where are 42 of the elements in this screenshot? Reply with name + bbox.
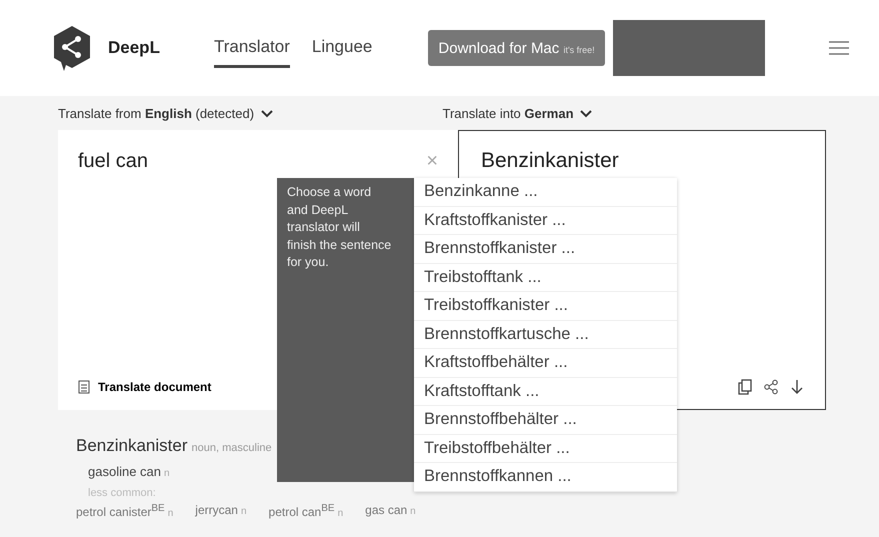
source-language-selector[interactable]: Translate from English (detected) bbox=[58, 106, 442, 120]
brand-name: DeepL bbox=[108, 38, 160, 58]
menu-icon[interactable] bbox=[829, 41, 849, 55]
alternative-option[interactable]: Treibstofftank ... bbox=[414, 264, 677, 292]
alternative-option[interactable]: Benzinkanne ... bbox=[414, 178, 677, 206]
tooltip: Choose a word and DeepL translator will finish the sentence for you. bbox=[277, 178, 414, 482]
alternative-option[interactable]: Kraftstoffbehälter ... bbox=[414, 349, 677, 378]
translation-link[interactable]: gas can bbox=[365, 503, 408, 517]
target-language-selector[interactable]: Translate into German bbox=[442, 106, 827, 120]
nav-tab[interactable]: Translator bbox=[214, 28, 290, 68]
part-of-speech: n bbox=[410, 506, 416, 517]
nav-tab[interactable]: Linguee bbox=[312, 28, 372, 68]
dictionary-headword: Benzinkanister bbox=[76, 436, 188, 456]
translation-link[interactable]: jerrycan bbox=[195, 503, 238, 517]
part-of-speech: n bbox=[338, 508, 344, 519]
part-of-speech: n bbox=[240, 506, 247, 517]
copy-icon[interactable] bbox=[737, 379, 753, 395]
document-icon bbox=[78, 380, 90, 394]
logo-icon bbox=[52, 25, 92, 71]
part-of-speech: n bbox=[168, 508, 174, 519]
alternative-option[interactable]: Brennstoffkartusche ... bbox=[414, 320, 677, 349]
alternative-option[interactable]: Brennstoffkannen ... bbox=[414, 463, 677, 492]
alternative-option[interactable]: Kraftstoffkanister ... bbox=[414, 206, 677, 235]
alternative-option[interactable]: Treibstoffkanister ... bbox=[414, 292, 677, 320]
chevron-down-icon bbox=[580, 110, 592, 118]
translation-link[interactable]: petrol canister$^{BE}$ bbox=[76, 505, 165, 519]
translation-link[interactable]: petrol can$^{BE}$ bbox=[268, 505, 335, 519]
download-button[interactable]: Download for Mac it's free! bbox=[428, 30, 605, 66]
chevron-down-icon bbox=[260, 110, 273, 118]
translate-document-button[interactable]: Translate document bbox=[78, 378, 212, 396]
source-text: fuel can bbox=[78, 150, 148, 173]
download-icon[interactable] bbox=[789, 379, 805, 395]
alternative-option[interactable]: Treibstoffbehälter ... bbox=[414, 434, 677, 463]
alternative-option[interactable]: Brennstoffbehälter ... bbox=[414, 406, 677, 434]
translation-link[interactable]: gasoline can bbox=[88, 464, 161, 479]
share-icon[interactable] bbox=[763, 379, 779, 395]
alternative-option[interactable]: Kraftstofftank ... bbox=[414, 378, 677, 406]
part-of-speech: n bbox=[164, 468, 170, 479]
alternative-option[interactable]: Brennstoffkanister ... bbox=[414, 235, 677, 264]
target-text: Benzinkanister bbox=[481, 149, 619, 173]
less-common-label: less common: bbox=[87, 487, 156, 499]
grammar-info: noun, masculine bbox=[192, 442, 272, 454]
